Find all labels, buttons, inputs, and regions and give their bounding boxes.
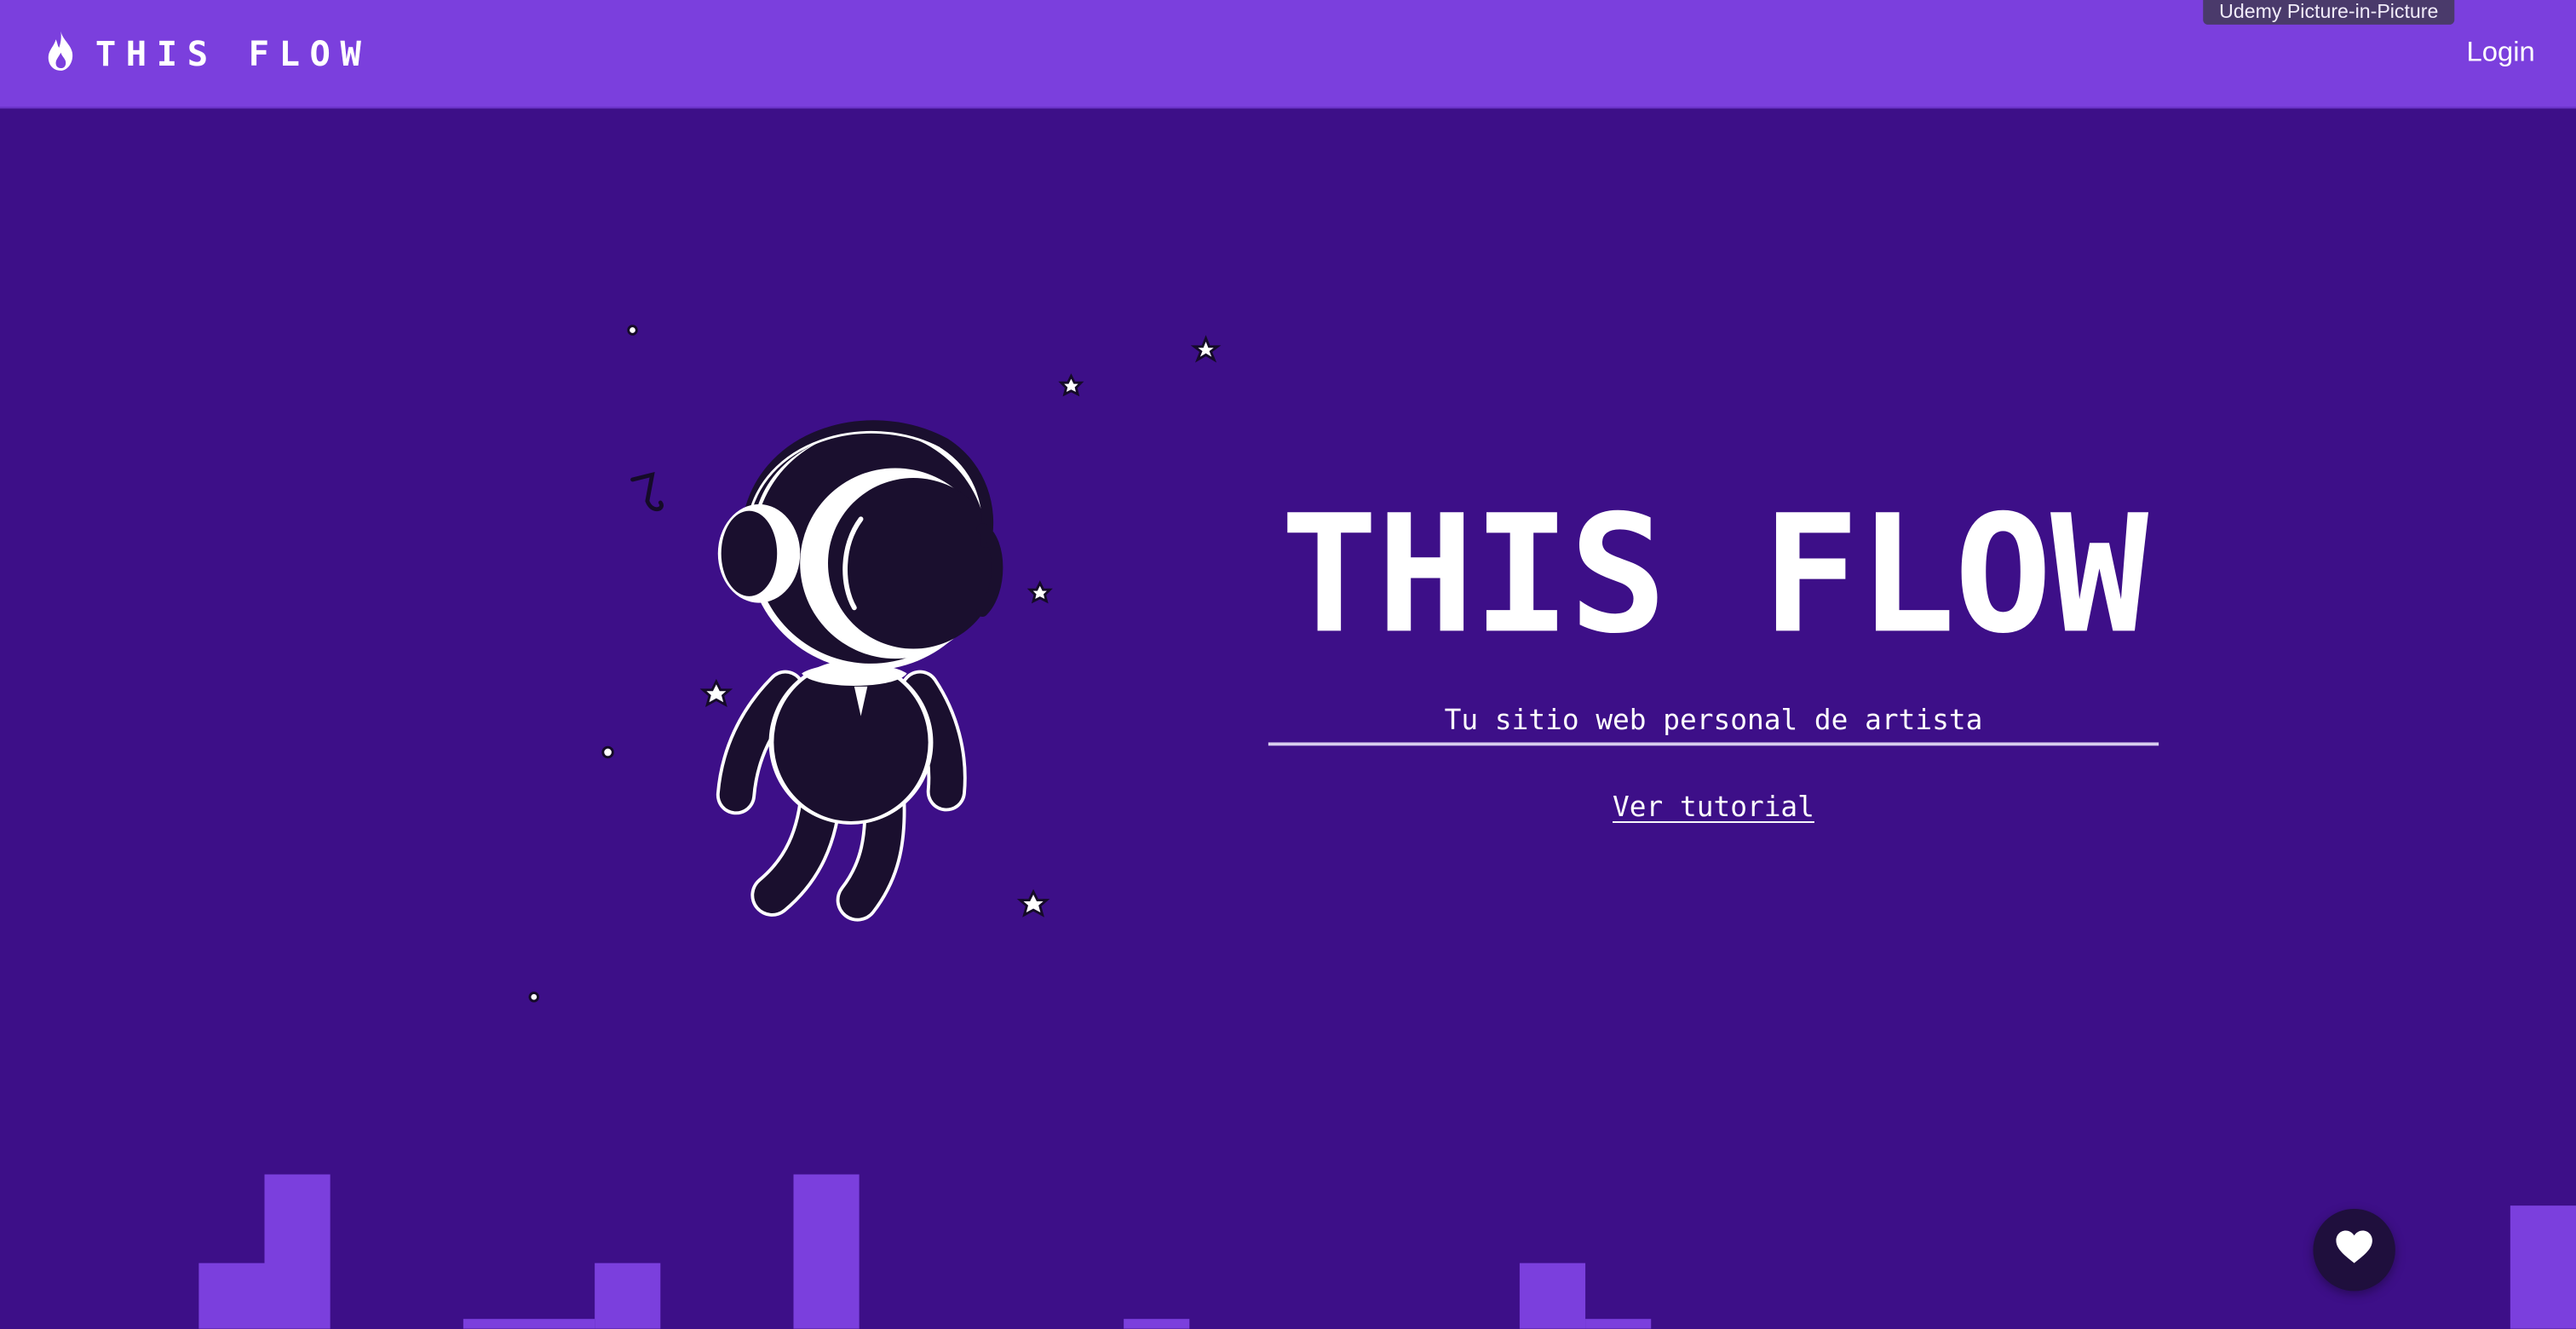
equalizer-bar [595, 1263, 661, 1329]
login-link[interactable]: Login [2467, 36, 2535, 69]
equalizer-bar [1124, 1319, 1190, 1329]
equalizer-bar [463, 1319, 595, 1329]
top-bar: THIS FLOW Login [0, 0, 2576, 109]
brand-home-link[interactable]: THIS FLOW [43, 30, 371, 79]
astronaut-with-headphones-icon [528, 325, 1222, 1003]
equalizer-bars [0, 1150, 2576, 1329]
hero-title: THIS FLOW [1279, 480, 2148, 670]
page: THIS FLOW Login Udemy Picture-in-Picture [0, 0, 2576, 1329]
equalizer-bar [1519, 1263, 1586, 1329]
equalizer-bar [2510, 1205, 2576, 1329]
heart-icon [2334, 1228, 2373, 1272]
hero-subtitle: Tu sitio web personal de artista [1268, 701, 2159, 746]
brand-label: THIS FLOW [95, 34, 371, 74]
equalizer-bar [793, 1174, 860, 1329]
tutorial-link[interactable]: Ver tutorial [1268, 788, 2159, 827]
pip-tooltip: Udemy Picture-in-Picture [2203, 0, 2455, 25]
flame-icon [43, 29, 95, 80]
equalizer-bar [264, 1174, 331, 1329]
equalizer-bar [1585, 1319, 1652, 1329]
favorite-button[interactable] [2313, 1209, 2395, 1292]
equalizer-bar [198, 1263, 265, 1329]
